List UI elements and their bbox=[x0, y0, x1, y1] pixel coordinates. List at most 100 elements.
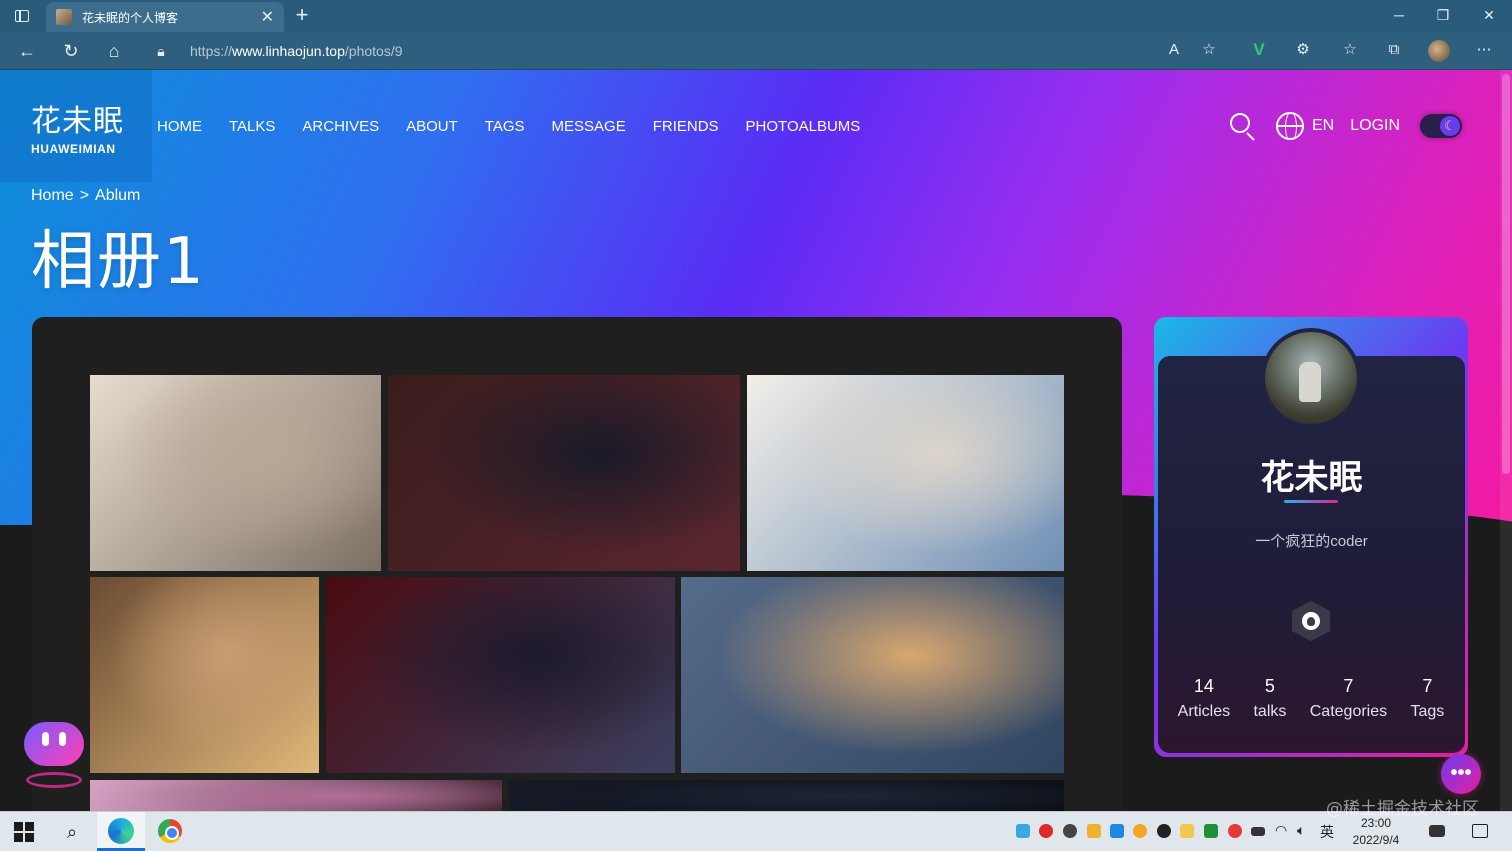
nav-home[interactable]: HOME bbox=[157, 118, 202, 135]
site-logo[interactable]: 花未眠 HUAWEIMIAN bbox=[0, 70, 152, 182]
wifi-icon[interactable]: ◠ bbox=[1275, 822, 1287, 839]
browser-tab-bar: 花未眠的个人博客 ✕ + ─ ❐ ✕ bbox=[0, 0, 1512, 32]
page-title: 相册1 bbox=[31, 225, 206, 299]
stat-articles[interactable]: 14 Articles bbox=[1178, 676, 1230, 721]
mascot-shadow bbox=[26, 772, 82, 788]
nav-friends[interactable]: FRIENDS bbox=[653, 118, 719, 135]
breadcrumb: Home > Ablum bbox=[31, 187, 140, 205]
scrollbar-thumb[interactable] bbox=[1502, 74, 1510, 474]
maximize-button[interactable]: ❐ bbox=[1420, 0, 1466, 32]
collections-icon[interactable]: ⧉ bbox=[1381, 38, 1407, 62]
tray-qq-icon[interactable] bbox=[1157, 824, 1171, 838]
language-switch[interactable]: EN bbox=[1312, 117, 1334, 135]
search-icon[interactable]: ⌕ bbox=[60, 820, 84, 844]
tray-app-icon[interactable] bbox=[1228, 824, 1242, 838]
moon-icon: ☾ bbox=[1440, 116, 1461, 136]
close-window-button[interactable]: ✕ bbox=[1466, 0, 1512, 32]
main-nav: HOME TALKS ARCHIVES ABOUT TAGS MESSAGE F… bbox=[157, 118, 887, 135]
browser-tab[interactable]: 花未眠的个人博客 ✕ bbox=[46, 2, 284, 32]
back-button[interactable]: ← bbox=[14, 39, 40, 63]
stat-label: Articles bbox=[1177, 703, 1231, 720]
tray-app-icon[interactable] bbox=[1039, 824, 1053, 838]
profile-avatar[interactable] bbox=[1428, 40, 1450, 62]
photo-pink-sky[interactable] bbox=[90, 780, 502, 811]
photo-elf-girl[interactable] bbox=[90, 375, 381, 571]
stat-label: Categories bbox=[1309, 703, 1388, 720]
nav-photoalbums[interactable]: PHOTOALBUMS bbox=[746, 118, 861, 135]
author-name: 花未眠 bbox=[1260, 458, 1363, 498]
photo-seaside-girls[interactable] bbox=[681, 577, 1064, 773]
nav-talks[interactable]: TALKS bbox=[229, 118, 275, 135]
favicon-icon bbox=[56, 9, 72, 25]
clock-date: 2022/9/4 bbox=[1352, 833, 1400, 847]
battery-icon[interactable] bbox=[1251, 827, 1265, 836]
tab-close-icon[interactable]: ✕ bbox=[261, 7, 274, 27]
more-menu-icon[interactable]: ⋯ bbox=[1471, 38, 1497, 62]
address-bar-row: ← ↻ ⌂ 🔒︎ https://www.linhaojun.top/photo… bbox=[0, 32, 1512, 70]
author-avatar[interactable] bbox=[1261, 328, 1361, 428]
author-stats: 14 Articles 5 talks 7 Categories 7 Tags bbox=[1166, 676, 1456, 721]
extensions-icon[interactable]: ⚙ bbox=[1290, 38, 1316, 62]
edge-browser-icon[interactable] bbox=[108, 818, 134, 844]
tray-folder-icon[interactable] bbox=[1087, 824, 1101, 838]
tray-security-icon[interactable] bbox=[1204, 824, 1218, 838]
breadcrumb-home[interactable]: Home bbox=[31, 187, 74, 204]
breadcrumb-separator: > bbox=[79, 187, 90, 204]
home-button[interactable]: ⌂ bbox=[101, 39, 127, 63]
ime-indicator[interactable]: 英 bbox=[1320, 822, 1334, 842]
windows-start-icon[interactable] bbox=[14, 822, 34, 842]
nav-archives[interactable]: ARCHIVES bbox=[302, 118, 379, 135]
tray-app-icon[interactable] bbox=[1110, 824, 1124, 838]
nav-message[interactable]: MESSAGE bbox=[552, 118, 626, 135]
favorites-icon[interactable]: ☆ bbox=[1337, 38, 1363, 62]
url-field[interactable]: 🔒︎ https://www.linhaojun.top/photos/9 bbox=[146, 36, 1246, 66]
nav-tags[interactable]: TAGS bbox=[485, 118, 525, 135]
read-aloud-icon[interactable]: A bbox=[1161, 38, 1187, 62]
nav-about[interactable]: ABOUT bbox=[406, 118, 458, 135]
photo-swordsman[interactable] bbox=[326, 577, 675, 773]
vue-extension-icon[interactable]: V bbox=[1246, 38, 1272, 62]
stat-number: 14 bbox=[1193, 676, 1214, 696]
windows-taskbar: ⌕ ◠ 🔈︎ 英 23:00 2022/9/4 bbox=[0, 811, 1512, 851]
watermark-text: @稀土掘金技术社区 bbox=[1326, 799, 1479, 819]
tab-actions-icon bbox=[15, 10, 29, 22]
tray-app-icon[interactable] bbox=[1063, 824, 1077, 838]
tray-app-icon[interactable] bbox=[1133, 824, 1147, 838]
photo-neon-street[interactable] bbox=[388, 375, 740, 571]
theme-toggle[interactable]: ☾ bbox=[1420, 114, 1463, 138]
stat-number: 7 bbox=[1422, 676, 1433, 696]
blog-page: 花未眠 HUAWEIMIAN HOME TALKS ARCHIVES ABOUT… bbox=[0, 70, 1512, 811]
chrome-browser-icon[interactable] bbox=[158, 819, 182, 843]
logo-text-en: HUAWEIMIAN bbox=[31, 142, 116, 156]
stat-number: 7 bbox=[1343, 676, 1354, 696]
add-favorite-icon[interactable]: ☆ bbox=[1196, 38, 1222, 62]
globe-icon[interactable] bbox=[1276, 112, 1304, 140]
tab-actions-button[interactable] bbox=[8, 4, 36, 28]
mascot-widget[interactable] bbox=[24, 722, 84, 766]
photo-girl-on-bed[interactable] bbox=[747, 375, 1064, 571]
stat-categories[interactable]: 7 Categories bbox=[1310, 676, 1387, 721]
volume-icon[interactable]: 🔈︎ bbox=[1297, 822, 1305, 839]
photo-anime-boy[interactable] bbox=[90, 577, 319, 773]
name-underline bbox=[1284, 500, 1338, 503]
new-tab-button[interactable]: + bbox=[290, 4, 314, 28]
breadcrumb-current[interactable]: Ablum bbox=[95, 187, 140, 204]
notification-icon[interactable] bbox=[1472, 824, 1488, 838]
stat-talks[interactable]: 5 talks bbox=[1253, 676, 1286, 721]
page-scrollbar[interactable] bbox=[1500, 70, 1512, 811]
search-icon[interactable] bbox=[1228, 111, 1258, 141]
minimize-button[interactable]: ─ bbox=[1376, 0, 1422, 32]
more-actions-button[interactable]: ••• bbox=[1441, 754, 1481, 794]
stat-label: talks bbox=[1253, 703, 1287, 720]
github-icon bbox=[1302, 612, 1320, 630]
clock[interactable]: 23:00 2022/9/4 bbox=[1346, 815, 1406, 849]
keyboard-icon[interactable] bbox=[1429, 825, 1445, 837]
stat-tags[interactable]: 7 Tags bbox=[1410, 676, 1444, 721]
lock-icon[interactable]: 🔒︎ bbox=[146, 43, 176, 60]
author-motto: 一个疯狂的coder bbox=[1255, 533, 1368, 550]
login-link[interactable]: LOGIN bbox=[1350, 117, 1400, 135]
tray-app-icon[interactable] bbox=[1180, 824, 1194, 838]
reload-button[interactable]: ↻ bbox=[58, 39, 84, 63]
tray-app-icon[interactable] bbox=[1016, 824, 1030, 838]
photo-night-sky[interactable] bbox=[509, 780, 1064, 811]
